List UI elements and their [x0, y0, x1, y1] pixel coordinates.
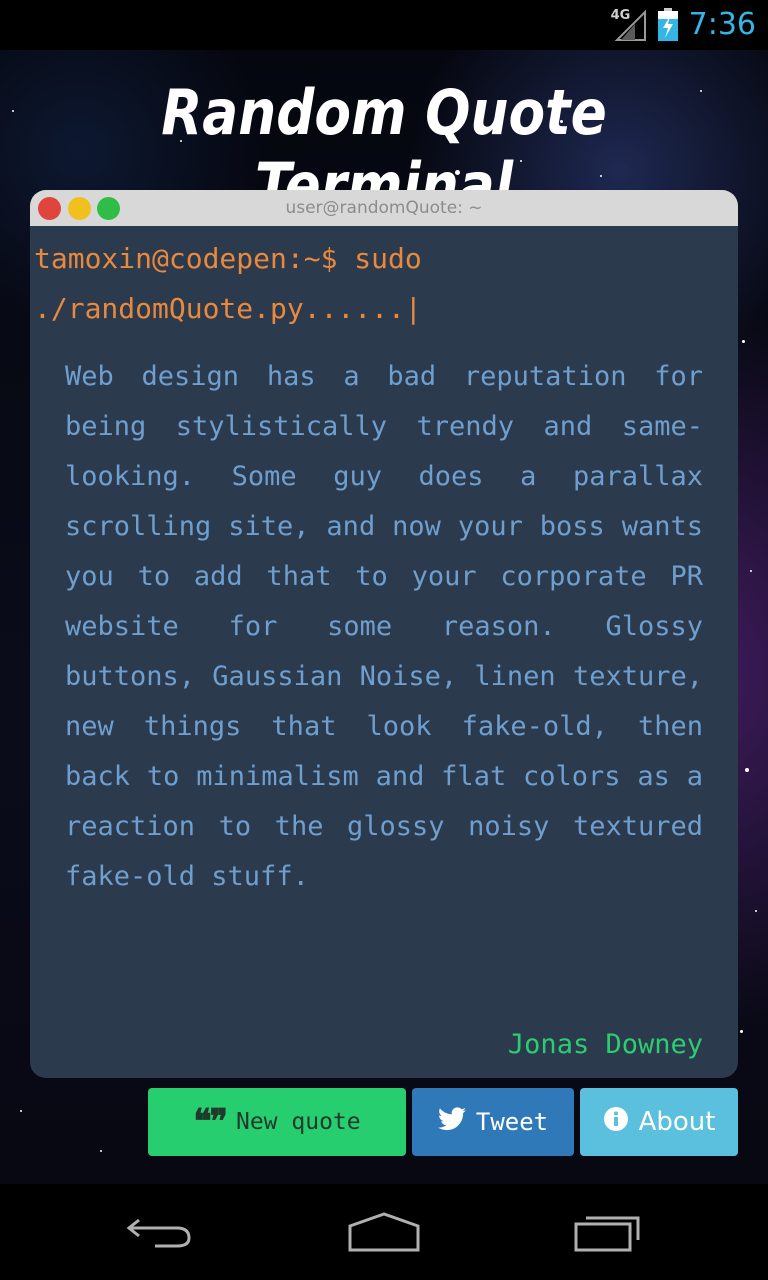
home-icon[interactable]: [336, 1208, 432, 1256]
new-quote-label: New quote: [235, 1109, 361, 1135]
twitter-icon: [437, 1107, 466, 1137]
status-clock: 7:36: [688, 7, 756, 42]
recent-apps-icon[interactable]: [560, 1208, 656, 1256]
signal-icon: 4G: [610, 8, 647, 42]
tweet-label: Tweet: [475, 1108, 549, 1136]
android-nav-bar: [0, 1184, 768, 1280]
tweet-button[interactable]: Tweet: [412, 1088, 574, 1156]
status-icons: 4G 7:36: [610, 6, 756, 44]
about-button[interactable]: About: [580, 1088, 738, 1156]
quote-text: Web design has a bad reputation for bein…: [65, 361, 703, 892]
quote-author: Jonas Downey: [507, 1029, 703, 1060]
battery-icon: [657, 8, 679, 42]
cursor: |: [404, 292, 422, 325]
new-quote-button[interactable]: ❝❞ New quote: [148, 1088, 406, 1156]
back-icon[interactable]: [112, 1208, 208, 1256]
terminal-title-bar: user@randomQuote: ~: [30, 190, 738, 226]
quote-icon: ❝❞: [193, 1102, 228, 1142]
terminal-window: user@randomQuote: ~ tamoxin@codepen:~$ s…: [30, 190, 738, 1078]
info-icon: [603, 1106, 629, 1139]
network-type-label: 4G: [610, 8, 631, 23]
prompt-text: tamoxin@codepen:~$ sudo ./randomQuote.py…: [34, 242, 422, 325]
terminal-title: user@randomQuote: ~: [285, 198, 483, 218]
terminal-prompt: tamoxin@codepen:~$ sudo ./randomQuote.py…: [34, 234, 594, 334]
status-bar: 4G 7:36: [0, 0, 768, 50]
about-label: About: [638, 1107, 716, 1137]
